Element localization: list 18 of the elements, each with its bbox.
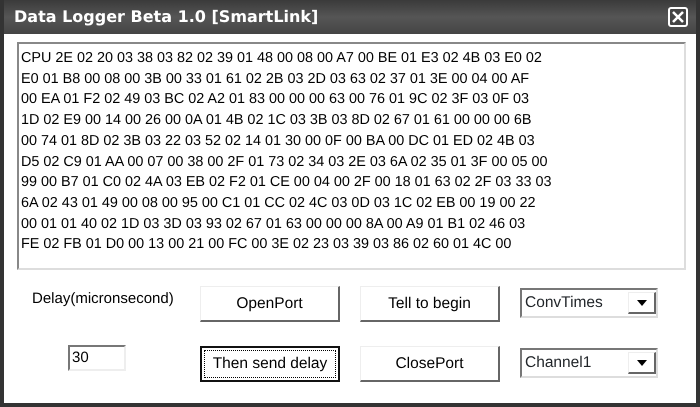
- button[interactable]: ClosePort: [360, 346, 500, 382]
- dropdown-button[interactable]: [628, 352, 656, 374]
- delay-label: Delay(micronsecond): [31, 289, 175, 309]
- button[interactable]: OpenPort: [200, 286, 340, 322]
- log-field[interactable]: CPU 2E 02 20 03 38 03 82 02 39 01 48 00 08 00 A7 00 BE 01 E3 02 4B 03 E0 02 E0 01 B8 00 08 00 3B 00 33 01 61 02 2B 03 2D 03 63 02 37 01 3E 00 04 00 AF 00 EA 01 F2 02 49 03 BC 02 A2 01 83 00 00 00 63 00 76 01 9C 02 3F 03 0F 03 1D 02 E9 00 14 00 26 00 0A 01 4B 02 1C 03 3B 03 8D 02 67 01 61 00 00 00 6B 00 74 01 8D 02 3B 03 22 03 52 02 14 01 30 00 0F 00 BA 00 DC 01 ED 02 4B 03 D5 02 C9 01 AA 00 07 00 38 00 2F 01 73 02 34 03 2E 03 6A 02 35 01 3F 00 05 00 99 00 B7 01 C0 02 4A 03 EB 02 F2 01 CE 00 04 00 2F 00 18 01 63 02 2F 03 33 03 6A 02 43 01 49 00 08 00 95 00 C1 01 CC 02 4C 03 0D 03 1C 02 EB 00 19 00 22 00 01 01 40 02 1D 03 3D 03 93 02 67 01 63 00 00 00 8A 00 A9 01 B1 02 46 03 FE 02 FB 01 D0 00 13 00 21 00 FC 00 3E 02 23 03 39 03 86 02 60 01 4C 00: [17, 42, 686, 270]
- caret-icon: [636, 360, 646, 366]
- window-title: Data Logger Beta 1.0 [SmartLink]: [14, 6, 318, 28]
- button[interactable]: Then send delay: [200, 346, 340, 382]
- dropdown-value: ConvTimes: [525, 293, 603, 314]
- delay-input[interactable]: 30: [68, 344, 126, 370]
- dropdown[interactable]: Channel1: [520, 348, 658, 378]
- caret-icon: [636, 300, 646, 306]
- dropdown-value: Channel1: [525, 353, 592, 374]
- button[interactable]: Tell to begin: [360, 286, 500, 322]
- dropdown-button[interactable]: [628, 292, 656, 314]
- close-button[interactable]: [668, 7, 688, 27]
- dropdown[interactable]: ConvTimes: [520, 288, 658, 318]
- close-icon: [672, 11, 684, 23]
